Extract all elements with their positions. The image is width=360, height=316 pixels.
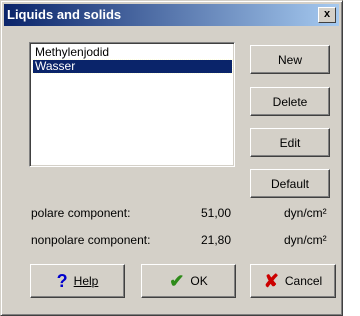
window-title: Liquids and solids — [7, 7, 122, 22]
new-button-label: New — [277, 52, 302, 67]
liquids-listbox[interactable]: Methylenjodid Wasser — [29, 42, 235, 167]
close-icon: x — [323, 8, 331, 20]
polar-component-unit: dyn/cm² — [284, 206, 327, 220]
title-bar[interactable]: Liquids and solids x — [4, 4, 339, 26]
checkmark-icon: ✔ — [169, 270, 185, 291]
delete-button[interactable]: Delete — [250, 87, 330, 116]
new-button[interactable]: New — [250, 45, 330, 74]
nonpolar-component-value: 21,80 — [201, 233, 232, 247]
help-button-label: Help — [73, 274, 99, 288]
cancel-button[interactable]: ✘ Cancel — [250, 264, 336, 298]
delete-button-label: Delete — [272, 94, 308, 109]
nonpolar-component-label: nonpolare component: — [31, 233, 151, 247]
edit-button[interactable]: Edit — [250, 128, 330, 157]
default-button-label: Default — [270, 176, 310, 191]
cancel-button-label: Cancel — [284, 274, 323, 288]
dialog-window: Liquids and solids x Methylenjodid Wasse… — [0, 0, 343, 316]
default-button[interactable]: Default — [250, 169, 330, 198]
nonpolar-component-unit: dyn/cm² — [284, 233, 327, 247]
edit-button-label: Edit — [279, 135, 301, 150]
ok-button[interactable]: ✔ OK — [141, 264, 236, 298]
polar-component-label: polare component: — [31, 206, 131, 220]
close-button[interactable]: x — [318, 7, 336, 23]
question-icon: ? — [56, 270, 68, 291]
ok-button-label: OK — [190, 274, 208, 288]
list-item[interactable]: Methylenjodid — [33, 46, 232, 59]
x-icon: ✘ — [263, 270, 279, 291]
polar-component-value: 51,00 — [201, 206, 232, 220]
help-button[interactable]: ? Help — [30, 264, 125, 298]
list-item-selected[interactable]: Wasser — [32, 59, 233, 74]
